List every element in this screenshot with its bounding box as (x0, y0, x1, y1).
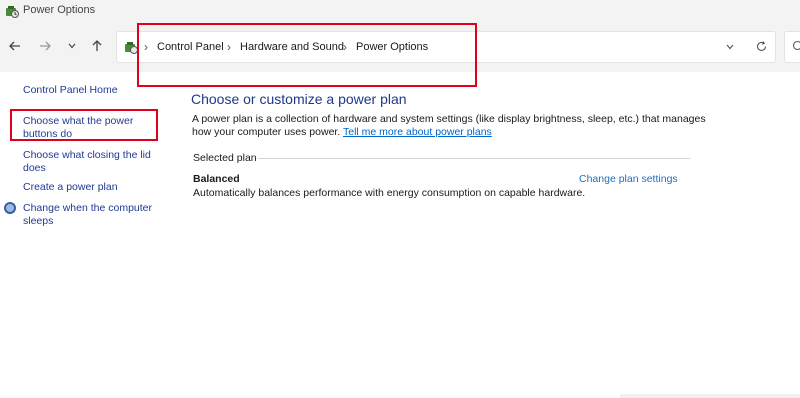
left-task-pane: Control Panel Home Choose what the power… (0, 72, 180, 398)
page-title: Choose or customize a power plan (191, 91, 407, 107)
address-bar[interactable]: › Control Panel › Hardware and Sound › P… (116, 31, 776, 63)
main-content: Choose or customize a power plan A power… (180, 72, 800, 398)
page-description: A power plan is a collection of hardware… (192, 113, 712, 139)
plan-name: Balanced (193, 173, 240, 185)
control-panel-home-link[interactable]: Control Panel Home (23, 84, 163, 97)
breadcrumb-control-panel[interactable]: Control Panel (157, 41, 224, 53)
navigation-bar: › Control Panel › Hardware and Sound › P… (0, 22, 800, 72)
window-title: Power Options (23, 4, 96, 16)
selected-plan-label: Selected plan (193, 152, 257, 164)
search-input[interactable] (784, 31, 800, 63)
forward-arrow-icon[interactable] (36, 37, 54, 55)
back-arrow-icon[interactable] (6, 37, 24, 55)
refresh-icon[interactable] (752, 37, 770, 55)
breadcrumb-hardware-and-sound[interactable]: Hardware and Sound (240, 41, 344, 53)
create-power-plan-link[interactable]: Create a power plan (23, 181, 163, 194)
tell-me-more-link[interactable]: Tell me more about power plans (343, 126, 492, 138)
section-divider (258, 158, 690, 159)
choose-power-buttons-link[interactable]: Choose what the power buttons do (23, 115, 163, 141)
chevron-down-icon[interactable] (721, 38, 739, 56)
sleep-settings-icon (3, 201, 17, 215)
power-options-icon (4, 3, 20, 19)
change-plan-settings-link[interactable]: Change plan settings (579, 173, 678, 185)
recent-locations-chevron-icon[interactable] (63, 37, 81, 55)
breadcrumb-power-options[interactable]: Power Options (356, 41, 428, 53)
plan-description: Automatically balances performance with … (193, 187, 586, 199)
bottom-bar (620, 394, 800, 398)
choose-closing-lid-link[interactable]: Choose what closing the lid does (23, 149, 163, 175)
breadcrumb-separator: › (144, 40, 148, 54)
title-bar: Power Options (0, 0, 800, 22)
power-options-icon (123, 39, 139, 55)
breadcrumb-separator[interactable]: › (343, 40, 347, 54)
change-sleep-link[interactable]: Change when the computer sleeps (23, 202, 163, 228)
breadcrumb-separator[interactable]: › (227, 40, 231, 54)
up-arrow-icon[interactable] (88, 37, 106, 55)
